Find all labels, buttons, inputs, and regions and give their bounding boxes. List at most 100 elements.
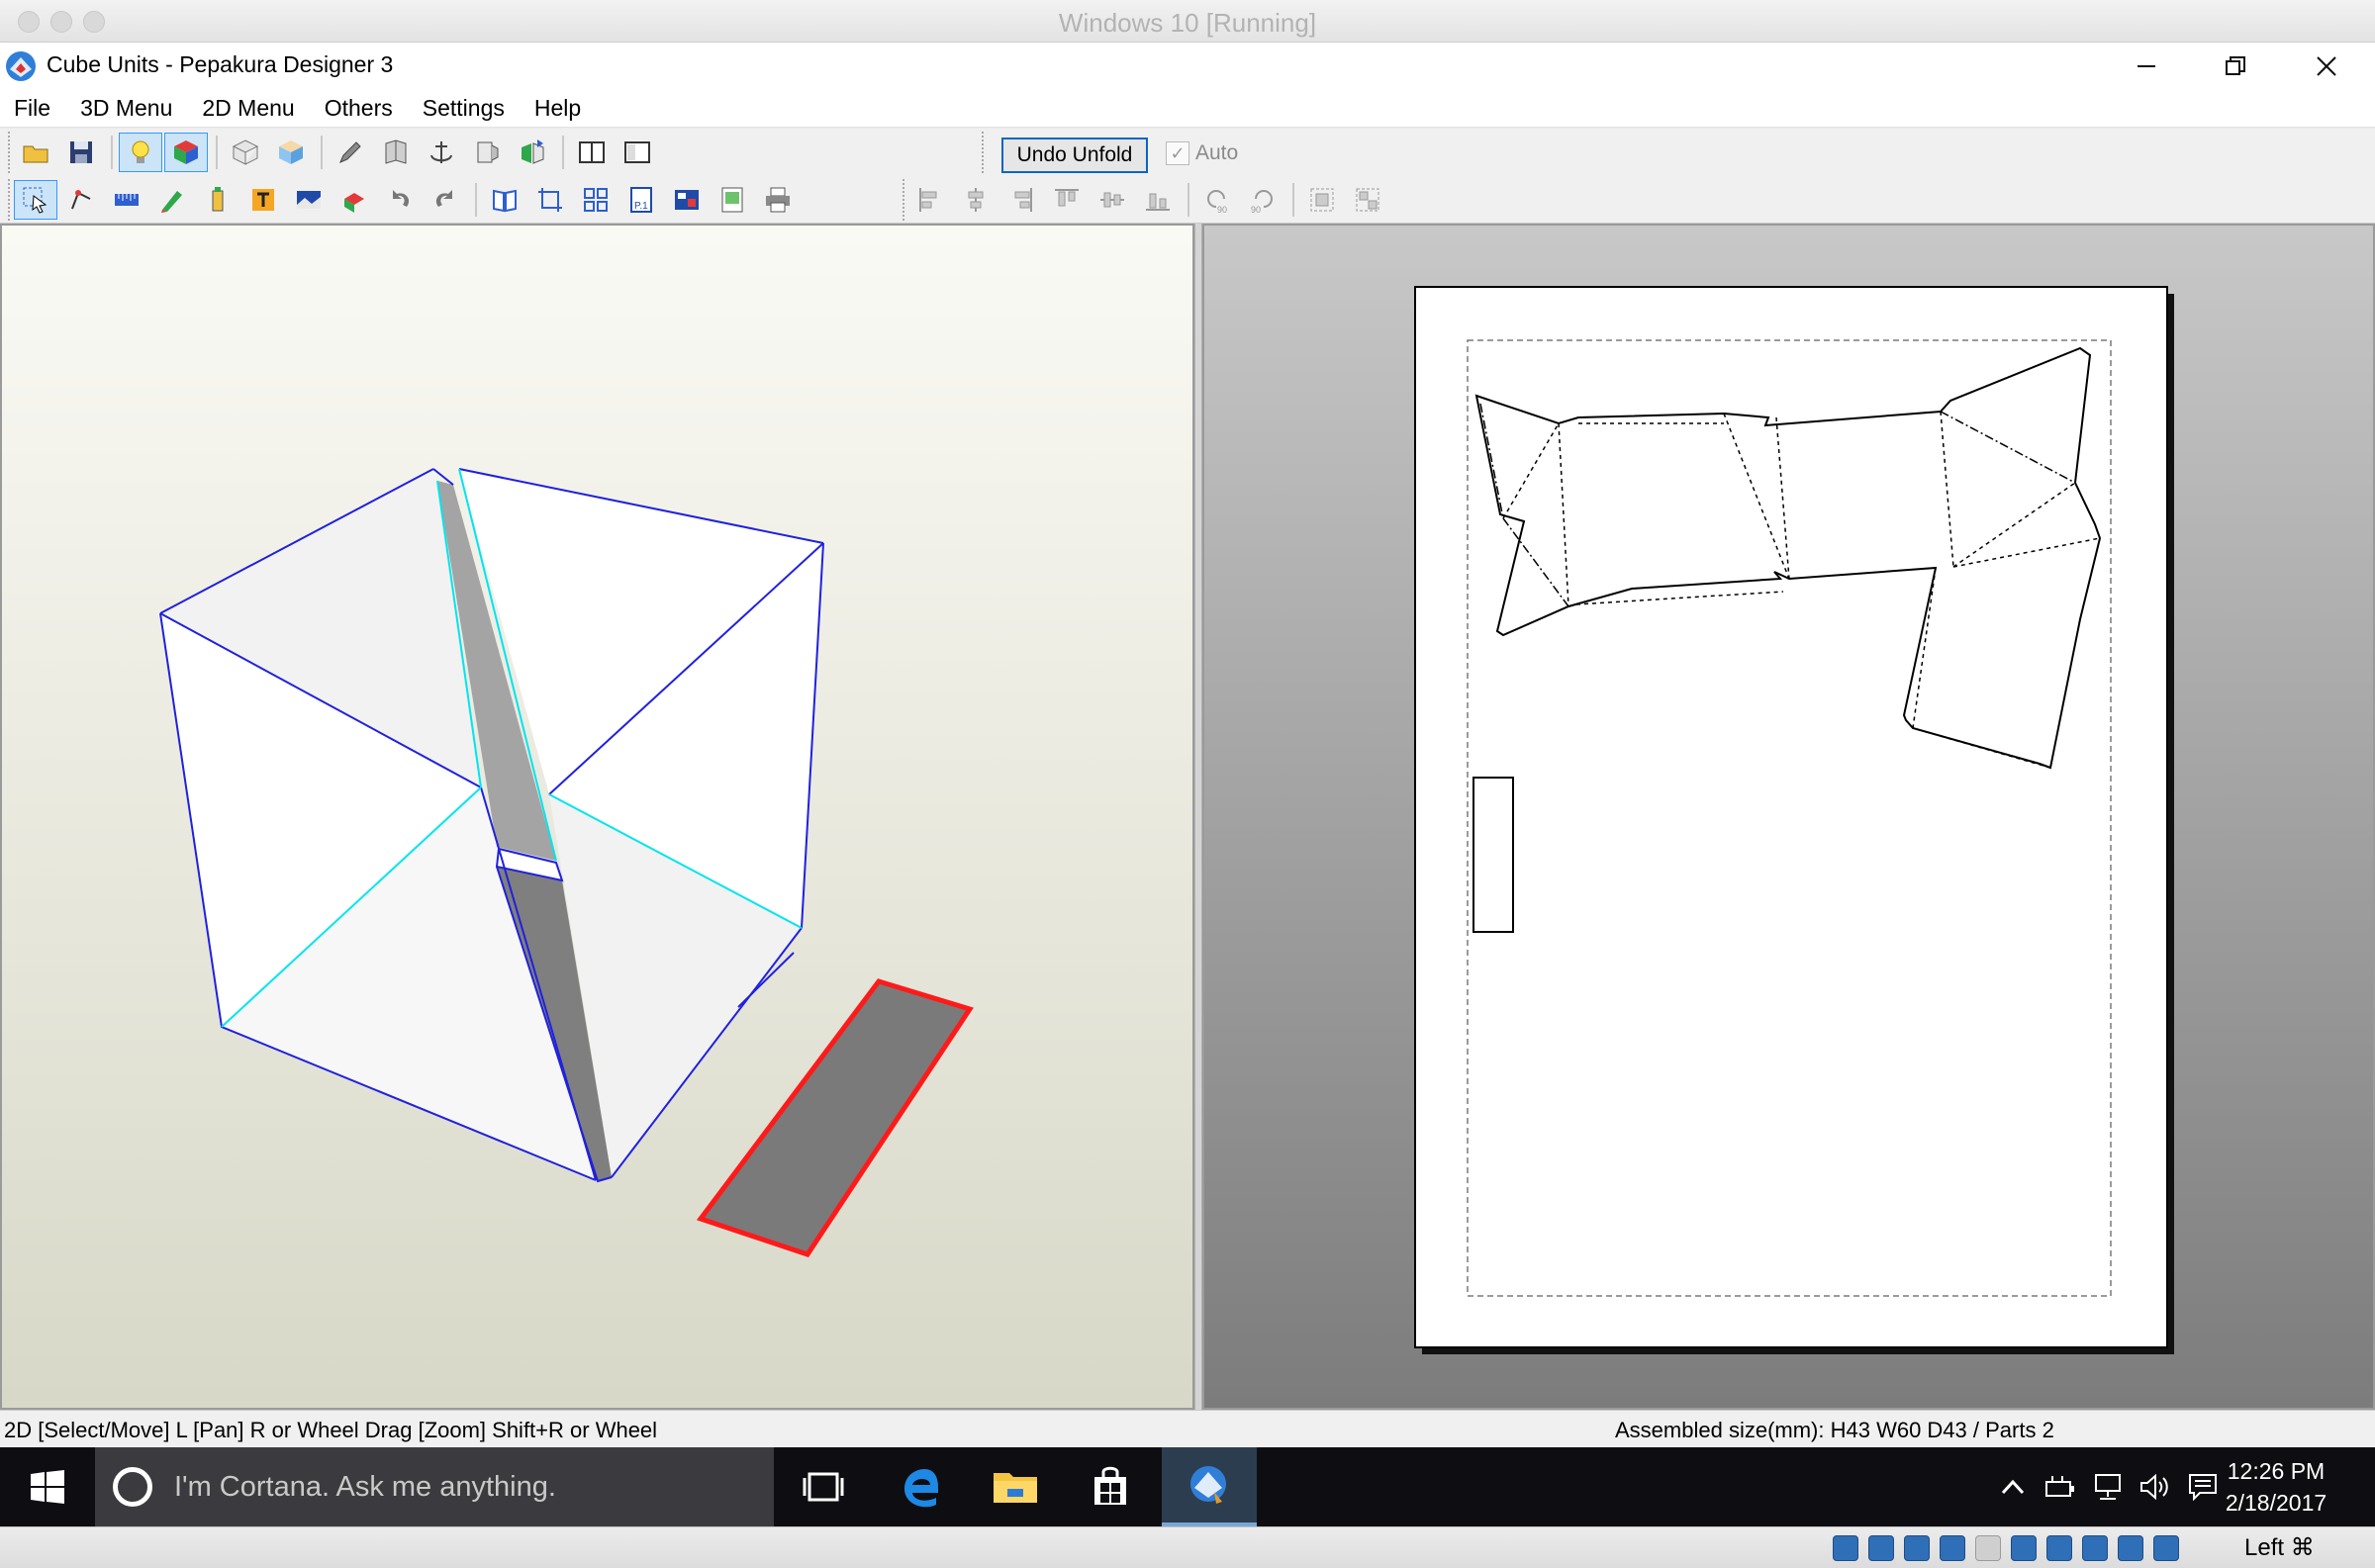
menu-3d[interactable]: 3D Menu — [80, 95, 172, 122]
model-3d-canvas[interactable] — [2, 226, 1192, 1408]
view-3d[interactable] — [0, 224, 1194, 1410]
host-key-label: Left ⌘ — [2244, 1534, 2315, 1561]
menu-settings[interactable]: Settings — [423, 95, 505, 122]
menu-file[interactable]: File — [14, 95, 50, 122]
align-bottom-button[interactable] — [1136, 180, 1180, 220]
audio-icon[interactable] — [1904, 1535, 1930, 1561]
align-center-v-icon — [1100, 192, 1124, 208]
pane-splitter[interactable] — [1194, 224, 1202, 1410]
glue-flap-button[interactable] — [196, 180, 239, 220]
unfold-button[interactable] — [511, 133, 554, 172]
cortana-placeholder: I'm Cortana. Ask me anything. — [174, 1470, 556, 1503]
select-move-button[interactable] — [14, 180, 57, 220]
pepakura-app-icon — [6, 51, 36, 81]
align-center-v-button[interactable] — [1091, 180, 1134, 220]
save-button[interactable] — [59, 133, 103, 172]
print-preview-button[interactable] — [711, 180, 754, 220]
app-title-bar: Cube Units - Pepakura Designer 3 — [0, 43, 2375, 90]
unfold-2d-canvas[interactable] — [1204, 226, 2373, 1408]
task-view-button[interactable] — [776, 1447, 871, 1526]
display-icon[interactable] — [2011, 1535, 2037, 1561]
optical-drive-icon[interactable] — [1868, 1535, 1894, 1561]
rotate-90-ccw-icon: 90 — [1207, 190, 1227, 215]
wireframe-view-button[interactable] — [224, 133, 267, 172]
color-cube-icon — [174, 140, 198, 164]
edge-tool-button[interactable] — [59, 180, 103, 220]
color-view-button[interactable] — [164, 133, 208, 172]
file-explorer-button[interactable] — [968, 1447, 1063, 1526]
single-pane-button[interactable] — [570, 133, 614, 172]
pepakura-taskbar-button[interactable] — [1162, 1447, 1257, 1526]
speaker-icon — [2140, 1473, 2168, 1501]
start-button[interactable] — [0, 1447, 95, 1526]
edit-edge-button[interactable] — [329, 133, 372, 172]
arrange-button[interactable] — [574, 180, 618, 220]
menu-2d[interactable]: 2D Menu — [202, 95, 294, 122]
align-center-h-button[interactable] — [954, 180, 998, 220]
ungroup-button[interactable] — [1346, 180, 1389, 220]
rotate-90-ccw-button[interactable]: 90 — [1195, 180, 1239, 220]
crop-button[interactable] — [528, 180, 572, 220]
print-button[interactable] — [756, 180, 800, 220]
page-number-button[interactable]: P.1 — [619, 180, 663, 220]
host-status-bar: Left ⌘ — [0, 1526, 2375, 1568]
cortana-search-box[interactable]: I'm Cortana. Ask me anything. — [95, 1447, 774, 1526]
dual-pane-button[interactable] — [616, 133, 659, 172]
tray-overflow-button[interactable] — [1991, 1447, 2035, 1526]
image-button[interactable] — [287, 180, 331, 220]
brush-button[interactable] — [150, 180, 194, 220]
cpu-icon[interactable] — [2118, 1535, 2143, 1561]
group-button[interactable] — [1300, 180, 1344, 220]
pepakura-app-icon — [1190, 1466, 1226, 1504]
recording-icon[interactable] — [2082, 1535, 2108, 1561]
menu-others[interactable]: Others — [325, 95, 393, 122]
anchor-button[interactable] — [420, 133, 463, 172]
save-icon — [70, 141, 92, 163]
tray-network-button[interactable] — [2086, 1447, 2130, 1526]
view-2d[interactable] — [1202, 224, 2375, 1410]
unfolded-part-strip[interactable] — [1472, 777, 1514, 933]
texture-view-button[interactable] — [269, 133, 313, 172]
group-icon — [1310, 188, 1334, 212]
restore-button[interactable] — [2191, 46, 2280, 86]
windows-taskbar: I'm Cortana. Ask me anything. 12:26 PM 2… — [0, 1447, 2375, 1526]
book-button[interactable] — [483, 180, 526, 220]
host-window-title: Windows 10 [Running] — [1058, 8, 1317, 38]
rotate-90-cw-button[interactable]: 90 — [1241, 180, 1284, 220]
image-icon — [297, 191, 321, 209]
align-right-button[interactable] — [999, 180, 1043, 220]
mouse-integration-icon[interactable] — [2153, 1535, 2179, 1561]
flap-button[interactable] — [465, 133, 509, 172]
tray-power-button[interactable] — [2039, 1447, 2082, 1526]
undo-button[interactable] — [378, 180, 422, 220]
crop-icon — [538, 188, 562, 212]
taskbar-clock[interactable]: 12:26 PM 2/18/2017 — [2217, 1455, 2335, 1519]
minimize-button[interactable] — [2102, 46, 2191, 86]
layout-button[interactable] — [665, 180, 709, 220]
open-button[interactable] — [14, 133, 57, 172]
align-top-button[interactable] — [1045, 180, 1089, 220]
close-button[interactable] — [2282, 46, 2371, 86]
menu-help[interactable]: Help — [534, 95, 581, 122]
network-adapter-icon[interactable] — [1940, 1535, 1965, 1561]
undo-unfold-button[interactable]: Undo Unfold — [1001, 138, 1148, 173]
selected-part-3d[interactable] — [696, 978, 974, 1257]
move-part-button[interactable] — [332, 180, 376, 220]
store-button[interactable] — [1063, 1447, 1158, 1526]
fold-button[interactable] — [374, 133, 418, 172]
redo-button[interactable] — [424, 180, 467, 220]
ruler-button[interactable] — [105, 180, 148, 220]
app-window-title: Cube Units - Pepakura Designer 3 — [47, 51, 394, 77]
fold-icon — [385, 139, 407, 164]
lighting-button[interactable] — [119, 133, 162, 172]
align-left-button[interactable] — [908, 180, 952, 220]
tray-volume-button[interactable] — [2134, 1447, 2177, 1526]
hard-disk-icon[interactable] — [1833, 1535, 1858, 1561]
toolbar-group-file — [8, 132, 661, 173]
text-button[interactable] — [241, 180, 285, 220]
rotate-ccw-icon — [393, 190, 410, 207]
auto-checkbox[interactable]: ✓ Auto — [1166, 141, 1238, 165]
usb-icon[interactable] — [2046, 1535, 2072, 1561]
edge-browser-button[interactable] — [873, 1447, 968, 1526]
shared-folder-icon[interactable] — [1975, 1535, 2001, 1561]
